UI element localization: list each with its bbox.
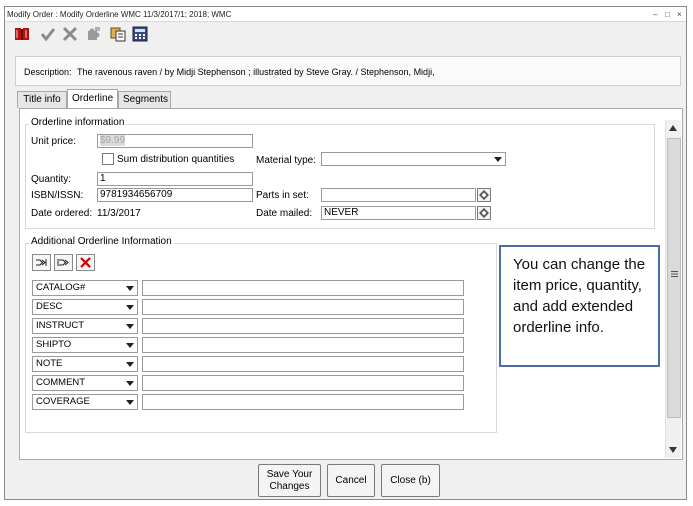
description-value: The ravenous raven / by Midji Stephenson… <box>77 67 435 77</box>
field-type-select[interactable]: DESC <box>32 299 138 315</box>
isbn-input[interactable]: 9781934656709 <box>97 188 253 202</box>
minimize-button[interactable]: ‒ <box>653 7 657 22</box>
parts-lookup-button[interactable] <box>477 188 491 202</box>
insert-after-icon <box>36 259 47 266</box>
field-type-label: CATALOG# <box>36 282 86 293</box>
cancel-button[interactable]: Cancel <box>327 464 375 497</box>
diamond-icon <box>479 208 489 218</box>
scroll-down-icon[interactable] <box>669 445 677 456</box>
material-type-select[interactable] <box>321 152 506 166</box>
delete-icon <box>80 257 91 268</box>
field-type-label: COMMENT <box>36 377 86 388</box>
field-type-select[interactable]: COVERAGE <box>32 394 138 410</box>
chevron-down-icon <box>123 319 137 333</box>
chevron-down-icon <box>123 357 137 371</box>
save-button-line2: Changes <box>269 480 310 492</box>
date-mailed-picker-button[interactable] <box>477 206 491 220</box>
field-type-select[interactable]: SHIPTO <box>32 337 138 353</box>
description-label: Description: <box>24 67 72 77</box>
field-value-input[interactable] <box>142 280 464 296</box>
save-button-line1: Save Your <box>266 468 313 480</box>
field-value-input[interactable] <box>142 337 464 353</box>
tab-title-info[interactable]: Title info <box>17 91 67 108</box>
maximize-button[interactable]: □ <box>665 7 670 22</box>
diamond-icon <box>479 190 489 200</box>
chevron-down-icon <box>123 376 137 390</box>
field-type-label: INSTRUCT <box>36 320 85 331</box>
field-type-label: COVERAGE <box>36 396 90 407</box>
close-window-button[interactable]: × <box>677 7 682 22</box>
close-button[interactable]: Close (b) <box>381 464 440 497</box>
modify-order-window: Modify Order : Modify Orderline WMC 11/3… <box>4 6 687 500</box>
chevron-down-icon <box>123 338 137 352</box>
annotation-callout: You can change the item price, quantity,… <box>499 245 660 367</box>
delete-field-button[interactable] <box>76 254 95 271</box>
field-type-label: NOTE <box>36 358 63 369</box>
sum-distribution-checkbox[interactable] <box>102 153 114 165</box>
field-value-input[interactable] <box>142 356 464 372</box>
vertical-scrollbar[interactable] <box>665 120 681 458</box>
field-value-input[interactable] <box>142 394 464 410</box>
date-mailed-input[interactable]: NEVER <box>321 206 476 220</box>
date-mailed-label: Date mailed: <box>256 208 313 219</box>
toolbar <box>11 25 211 47</box>
window-title: Modify Order : Modify Orderline WMC 11/3… <box>5 7 686 22</box>
tools-icon[interactable] <box>61 25 79 43</box>
orderline-info-title: Orderline information <box>29 117 127 129</box>
field-type-select[interactable]: INSTRUCT <box>32 318 138 334</box>
calculator-icon[interactable] <box>131 25 149 43</box>
field-value-input[interactable] <box>142 299 464 315</box>
insert-field-button[interactable] <box>54 254 73 271</box>
date-ordered-value: 11/3/2017 <box>97 208 141 219</box>
date-ordered-label: Date ordered: <box>31 208 93 219</box>
parts-in-set-input[interactable] <box>321 188 476 202</box>
chevron-down-icon <box>123 395 137 409</box>
puzzle-icon[interactable] <box>85 25 103 43</box>
copy-icon[interactable] <box>109 25 127 43</box>
material-type-label: Material type: <box>256 155 317 166</box>
chevron-down-icon <box>123 300 137 314</box>
sum-distribution-label: Sum distribution quantities <box>117 154 235 165</box>
chevron-down-icon <box>123 281 137 295</box>
unit-price-label: Unit price: <box>31 136 77 147</box>
checkmark-icon[interactable] <box>39 25 57 43</box>
description-box: Description: The ravenous raven / by Mid… <box>15 56 681 86</box>
grip-icon <box>671 271 678 277</box>
field-type-select[interactable]: NOTE <box>32 356 138 372</box>
quantity-input[interactable]: 1 <box>97 172 253 186</box>
field-type-label: SHIPTO <box>36 339 72 350</box>
field-type-label: DESC <box>36 301 63 312</box>
quantity-label: Quantity: <box>31 174 72 185</box>
field-value-input[interactable] <box>142 318 464 334</box>
book-icon[interactable] <box>13 25 31 43</box>
add-field-button[interactable] <box>32 254 51 271</box>
save-changes-button[interactable]: Save Your Changes <box>258 464 321 497</box>
scroll-up-icon[interactable] <box>669 123 677 134</box>
scrollbar-thumb[interactable] <box>667 138 681 418</box>
insert-before-icon <box>57 259 69 266</box>
tab-orderline[interactable]: Orderline <box>67 89 118 109</box>
additional-info-title: Additional Orderline Information <box>29 236 174 248</box>
field-type-select[interactable]: COMMENT <box>32 375 138 391</box>
unit-price-input[interactable]: $9.99 <box>97 134 253 148</box>
parts-in-set-label: Parts in set: <box>256 190 309 201</box>
chevron-down-icon <box>491 153 505 165</box>
field-value-input[interactable] <box>142 375 464 391</box>
isbn-label: ISBN/ISSN: <box>31 190 84 201</box>
field-type-select[interactable]: CATALOG# <box>32 280 138 296</box>
tab-segments[interactable]: Segments <box>118 91 171 108</box>
